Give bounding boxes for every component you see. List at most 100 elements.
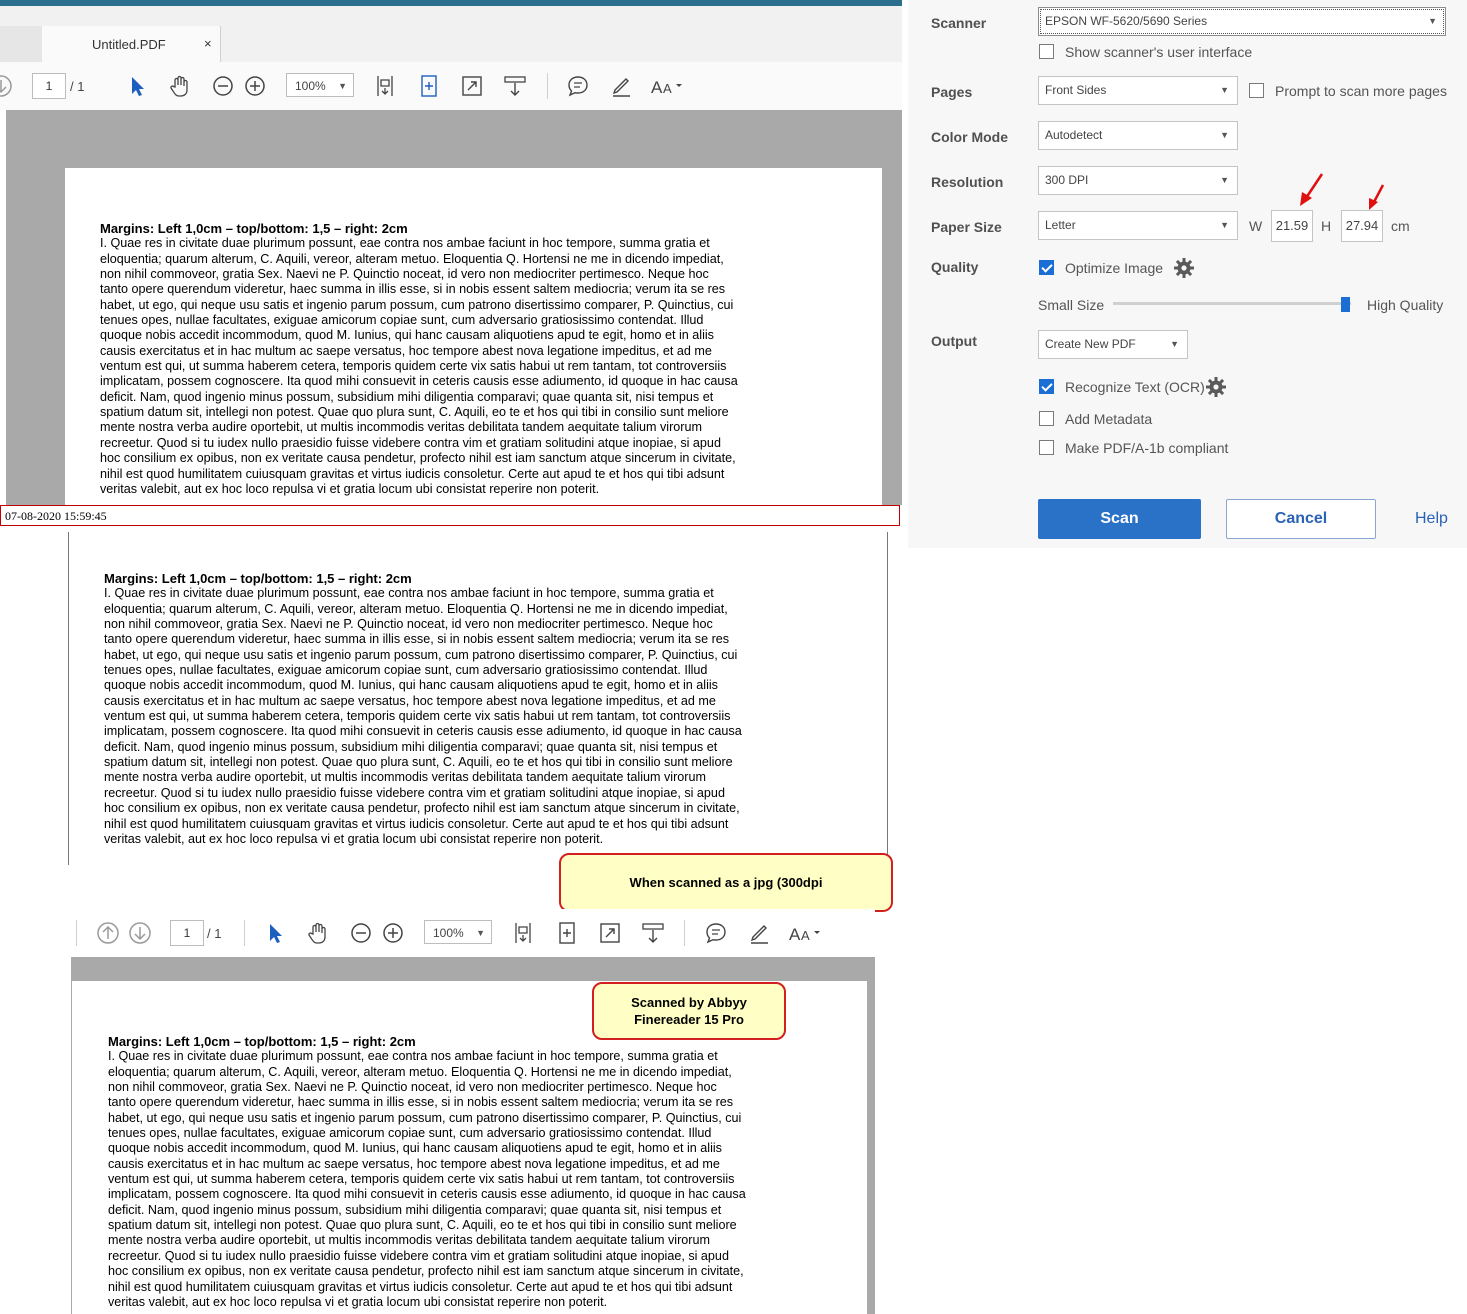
width-input[interactable]: 21.59 bbox=[1271, 210, 1313, 242]
text-line: I. Quae res in civitate duae plurimum po… bbox=[104, 586, 714, 601]
text-line: tanto opere querendum videretur, haec su… bbox=[100, 282, 726, 297]
cancel-button[interactable]: Cancel bbox=[1226, 499, 1376, 539]
page-body: I. Quae res in civitate duae plurimum po… bbox=[104, 586, 742, 847]
high-quality-label: High Quality bbox=[1367, 297, 1444, 313]
zoom-out-icon[interactable] bbox=[348, 920, 374, 946]
height-label: H bbox=[1321, 218, 1332, 234]
fit-width-icon[interactable] bbox=[554, 920, 580, 946]
zoom-select[interactable]: 100% ▼ bbox=[424, 920, 492, 944]
full-screen-icon[interactable] bbox=[459, 73, 485, 99]
text-line: nihil est quod humilitatem cuiusquam gra… bbox=[108, 1279, 733, 1294]
output-select[interactable]: Create New PDF ▼ bbox=[1038, 330, 1188, 359]
chevron-down-icon: ▼ bbox=[1220, 175, 1229, 185]
comment-icon[interactable] bbox=[703, 920, 729, 946]
scroll-mode-icon[interactable] bbox=[502, 73, 528, 99]
page-number-input[interactable]: 1 bbox=[170, 920, 204, 946]
text-line: ventum est qui, ut summa haberem cetera,… bbox=[100, 359, 727, 374]
text-line: spatium datum sit, intellegi non potest.… bbox=[104, 755, 733, 770]
add-metadata-checkbox[interactable] bbox=[1039, 411, 1054, 426]
text-line: causis exercitatus et in hac multum ac s… bbox=[100, 343, 712, 358]
next-page-icon[interactable] bbox=[127, 920, 153, 946]
toolbar-divider bbox=[684, 920, 685, 946]
ocr-settings-gear-icon[interactable] bbox=[1205, 376, 1227, 398]
page-number-input[interactable]: 1 bbox=[32, 73, 66, 99]
resolution-select[interactable]: 300 DPI ▼ bbox=[1038, 166, 1238, 195]
page-total: / 1 bbox=[207, 926, 222, 941]
text-line: hoc consilium ex opibus, non ex veritate… bbox=[108, 1264, 744, 1279]
pdfa-checkbox[interactable] bbox=[1039, 440, 1054, 455]
text-line: veritas valebit, aut ex hoc loco repulsa… bbox=[100, 481, 600, 496]
text-line: tanto opere querendum videretur, haec su… bbox=[104, 632, 730, 647]
text-line: mente nostra verba audire oportebit, ut … bbox=[104, 770, 706, 785]
text-line: hoc consilium ex opibus, non ex veritate… bbox=[104, 801, 740, 816]
page-heading: Margins: Left 1,0cm – top/bottom: 1,5 – … bbox=[104, 571, 412, 586]
text-line: tenues opes, nullae facultates, exiguae … bbox=[104, 663, 708, 678]
svg-text:A: A bbox=[801, 928, 810, 943]
text-line: tanto opere querendum videretur, haec su… bbox=[108, 1095, 734, 1110]
select-arrow-icon[interactable] bbox=[124, 73, 150, 99]
paper-size-value: Letter bbox=[1045, 218, 1076, 232]
ocr-checkbox[interactable] bbox=[1039, 379, 1054, 394]
prompt-more-pages-checkbox[interactable] bbox=[1249, 83, 1264, 98]
text-size-icon[interactable]: AA bbox=[650, 73, 686, 99]
hand-tool-icon[interactable] bbox=[305, 920, 331, 946]
page-text-original: Margins: Left 1,0cm – top/bottom: 1,5 – … bbox=[100, 221, 738, 497]
zoom-in-icon[interactable] bbox=[242, 73, 268, 99]
tab-close-icon[interactable]: × bbox=[204, 36, 212, 51]
highlight-pen-icon[interactable] bbox=[746, 920, 772, 946]
help-link[interactable]: Help bbox=[1415, 510, 1448, 528]
zoom-select[interactable]: 100% ▼ bbox=[286, 73, 354, 97]
text-line: non nihil commoveor, gratia Sex. Naevi n… bbox=[100, 267, 709, 282]
pages-select[interactable]: Front Sides ▼ bbox=[1038, 76, 1238, 105]
text-line: recreetur. Quod si tu iudex nullo praesi… bbox=[104, 785, 725, 800]
text-line: non nihil commoveor, gratia Sex. Naevi n… bbox=[108, 1080, 717, 1095]
zoom-in-icon[interactable] bbox=[380, 920, 406, 946]
fit-page-icon[interactable] bbox=[510, 920, 536, 946]
home-tab[interactable] bbox=[0, 26, 43, 62]
zoom-out-icon[interactable] bbox=[210, 73, 236, 99]
text-line: mente nostra verba audire oportebit, ut … bbox=[100, 420, 702, 435]
red-arrow-height bbox=[1369, 184, 1385, 210]
select-arrow-icon[interactable] bbox=[262, 920, 288, 946]
scroll-mode-icon[interactable] bbox=[640, 920, 666, 946]
page-body: I. Quae res in civitate duae plurimum po… bbox=[100, 236, 738, 497]
scan-button[interactable]: Scan bbox=[1038, 499, 1201, 539]
add-metadata-label: Add Metadata bbox=[1065, 411, 1153, 427]
text-line: implicatam, possem cognoscere. Ita quod … bbox=[104, 724, 742, 739]
optimize-settings-gear-icon[interactable] bbox=[1173, 257, 1195, 279]
show-ui-checkbox[interactable] bbox=[1039, 44, 1054, 59]
fit-width-icon[interactable] bbox=[416, 73, 442, 99]
highlight-pen-icon[interactable] bbox=[608, 73, 634, 99]
show-ui-label: Show scanner's user interface bbox=[1065, 44, 1253, 60]
color-mode-select[interactable]: Autodetect ▼ bbox=[1038, 121, 1238, 150]
hand-tool-icon[interactable] bbox=[167, 73, 193, 99]
scanner-select[interactable]: EPSON WF-5620/5690 Series ▼ bbox=[1038, 7, 1446, 36]
text-line: deficit. Nam, quod ingenio minus possum,… bbox=[100, 389, 714, 404]
next-page-icon[interactable] bbox=[0, 73, 14, 99]
text-line: deficit. Nam, quod ingenio minus possum,… bbox=[108, 1202, 722, 1217]
full-screen-icon[interactable] bbox=[597, 920, 623, 946]
optimize-image-checkbox[interactable] bbox=[1039, 260, 1054, 275]
chevron-down-icon: ▼ bbox=[338, 81, 347, 91]
toolbar-divider bbox=[244, 920, 245, 946]
document-tab[interactable]: Untitled.PDF × bbox=[42, 26, 221, 62]
text-line: implicatam, possem cognoscere. Ita quod … bbox=[108, 1187, 746, 1202]
text-line: implicatam, possem cognoscere. Ita quod … bbox=[100, 374, 738, 389]
reader-toolbar-bottom: 1 / 1 100% ▼ AA bbox=[72, 909, 875, 957]
comment-icon[interactable] bbox=[565, 73, 591, 99]
previous-page-icon[interactable] bbox=[95, 920, 121, 946]
text-size-icon[interactable]: AA bbox=[788, 920, 824, 946]
text-line: mente nostra verba audire oportebit, ut … bbox=[108, 1233, 710, 1248]
text-line: hoc consilium ex opibus, non ex veritate… bbox=[100, 451, 736, 466]
quality-slider-thumb[interactable] bbox=[1341, 297, 1350, 312]
color-mode-label: Color Mode bbox=[931, 129, 1008, 145]
quality-slider-track[interactable] bbox=[1113, 302, 1351, 305]
text-line: quoque nobis accedit incommodum, quod M.… bbox=[100, 328, 714, 343]
text-line: eloquentia; quarum alterum, C. Aquili, v… bbox=[100, 251, 724, 266]
fit-page-icon[interactable] bbox=[372, 73, 398, 99]
height-input[interactable]: 27.94 bbox=[1341, 210, 1383, 242]
paper-size-select[interactable]: Letter ▼ bbox=[1038, 211, 1238, 240]
paper-size-label: Paper Size bbox=[931, 219, 1002, 235]
callout-text: When scanned as a jpg (300dpi bbox=[629, 875, 823, 890]
page-heading: Margins: Left 1,0cm – top/bottom: 1,5 – … bbox=[100, 221, 408, 236]
